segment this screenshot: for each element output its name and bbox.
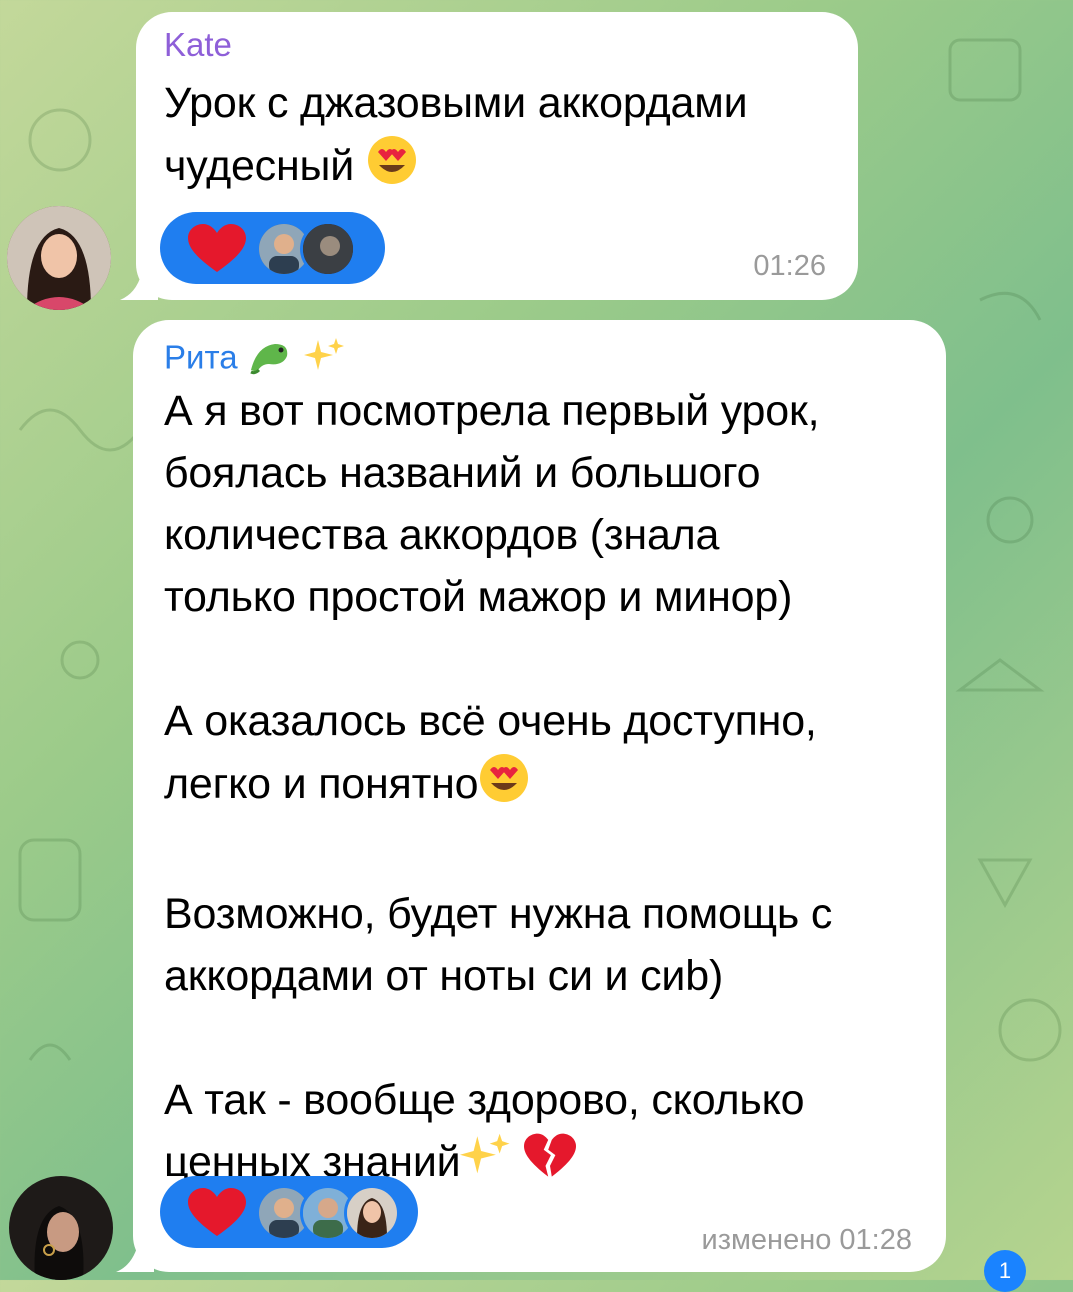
edited-label: изменено	[701, 1224, 832, 1256]
sparkles-emoji	[460, 1131, 512, 1198]
reactor-avatar	[344, 1185, 400, 1241]
unread-count-badge[interactable]: 1	[984, 1250, 1026, 1292]
message-paragraph: А оказалось всё очень доступно, легко и …	[164, 690, 934, 821]
message-paragraph: А я вот посмотрела первый урок, боялась …	[164, 387, 820, 621]
avatar-kate[interactable]	[7, 206, 111, 310]
sender-name-kate[interactable]: Kate	[164, 26, 232, 64]
avatar-rita[interactable]	[9, 1176, 113, 1280]
message-meta: изменено 01:28	[640, 1224, 913, 1257]
message-text-kate: Урок с джазовыми аккордами чудесный	[164, 72, 844, 203]
broken-heart-emoji	[524, 1131, 577, 1198]
sparkles-emoji	[303, 336, 346, 384]
heart-icon	[188, 224, 246, 279]
message-paragraph: Возможно, будет нужна помощь с аккордами…	[164, 890, 833, 1000]
message-time: 01:26	[753, 250, 826, 282]
dragon-emoji	[247, 336, 295, 384]
bubble-tail	[120, 262, 158, 300]
reactor-avatar	[300, 221, 356, 277]
bubble-tail	[116, 1234, 154, 1272]
reaction-chip-rita[interactable]	[160, 1176, 418, 1248]
heart-eyes-emoji	[366, 134, 418, 203]
message-text-rita: А я вот посмотрела первый урок, боялась …	[164, 380, 934, 1198]
reaction-chip-kate[interactable]	[160, 212, 385, 284]
heart-icon	[188, 1188, 246, 1243]
sender-name-rita[interactable]: Рита	[164, 336, 346, 384]
message-time: 01:28	[839, 1224, 912, 1256]
heart-eyes-emoji	[478, 752, 530, 821]
